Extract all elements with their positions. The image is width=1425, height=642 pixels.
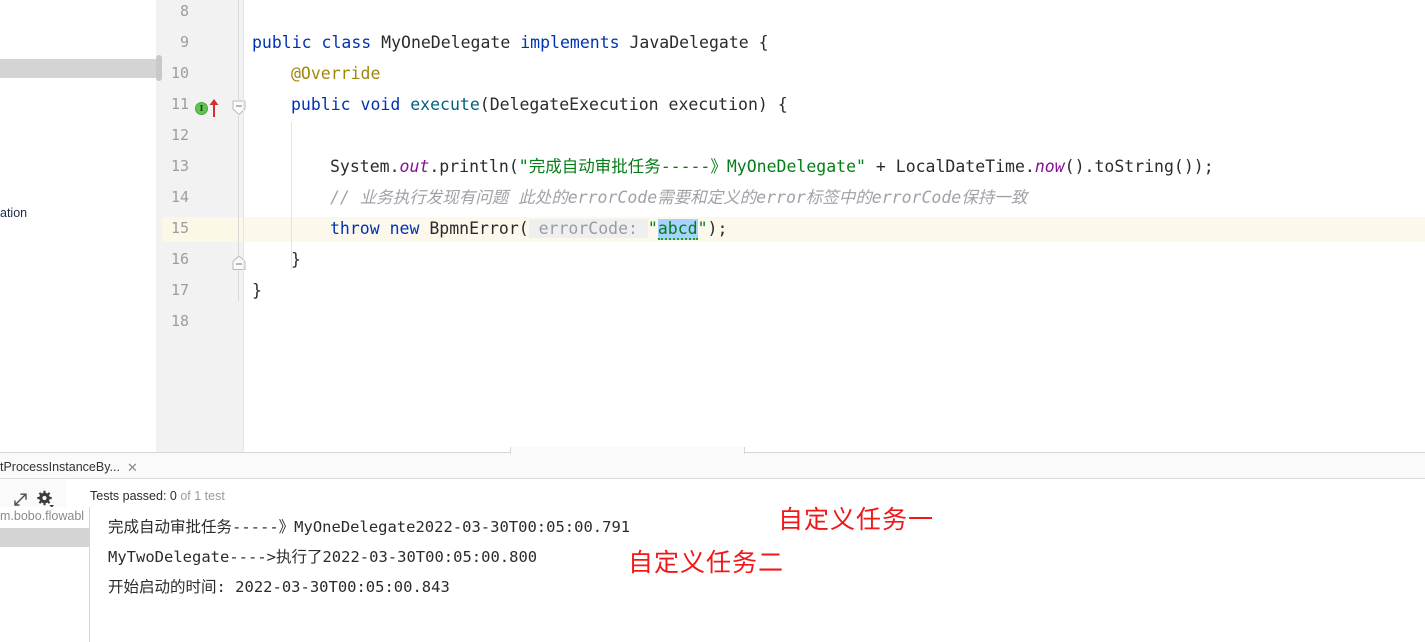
token-str: " bbox=[647, 219, 658, 238]
token-plain: BpmnError( bbox=[429, 219, 529, 238]
token-plain: (DelegateExecution execution) { bbox=[479, 95, 788, 114]
fold-rail-upper bbox=[238, 0, 239, 100]
line-number: 8 bbox=[179, 2, 189, 20]
code-line[interactable]: // 业务执行发现有问题 此处的errorCode需要和定义的error标签中的… bbox=[330, 182, 1027, 213]
line-number: 17 bbox=[170, 281, 189, 299]
close-icon[interactable]: ✕ bbox=[127, 461, 138, 474]
console-line: MyTwoDelegate---->执行了2022-03-30T00:05:00… bbox=[108, 548, 538, 566]
token-fld: now bbox=[1034, 157, 1065, 176]
line-number: 15 bbox=[170, 219, 189, 237]
token-kw: throw new bbox=[330, 219, 430, 238]
token-str: " bbox=[697, 219, 708, 238]
console-line: 开始启动的时间: 2022-03-30T00:05:00.843 bbox=[108, 578, 450, 596]
token-kw: public class bbox=[252, 33, 382, 52]
run-tab[interactable]: tProcessInstanceBy... ✕ bbox=[0, 454, 144, 480]
token-kw: public void bbox=[291, 95, 411, 114]
console-line: 完成自动审批任务-----》MyOneDelegate2022-03-30T00… bbox=[108, 518, 631, 536]
code-line[interactable]: } bbox=[252, 275, 262, 306]
fold-rail-lower bbox=[238, 271, 239, 301]
tests-passed-status: Tests passed: 0 of 1 test bbox=[90, 489, 225, 503]
project-selected-row[interactable] bbox=[0, 59, 162, 78]
token-kw: implements bbox=[520, 33, 630, 52]
line-number: 14 bbox=[170, 188, 189, 206]
code-editor[interactable]: 8 9 10 11 12 13 14 15 16 17 18 I public … bbox=[162, 0, 1425, 452]
gear-icon[interactable] bbox=[36, 490, 54, 508]
red-annotation-text: 自定义任务一 bbox=[778, 505, 935, 534]
fold-rail-mid bbox=[238, 116, 239, 256]
test-tree-selected-row[interactable] bbox=[0, 528, 90, 547]
token-anno: @Override bbox=[291, 64, 381, 83]
code-line[interactable]: @Override bbox=[291, 58, 380, 89]
token-plain: } bbox=[252, 281, 262, 300]
implements-arrow-icon[interactable] bbox=[208, 98, 220, 123]
run-tab-bar[interactable]: tProcessInstanceBy... ✕ bbox=[0, 447, 1425, 480]
code-line[interactable]: public class MyOneDelegate implements Ja… bbox=[252, 27, 769, 58]
line-number: 12 bbox=[170, 126, 189, 144]
token-plain: MyOneDelegate bbox=[381, 33, 521, 52]
ide-window: ation 8 9 10 11 12 13 14 15 16 17 18 I p… bbox=[0, 0, 1425, 642]
run-tab-label: tProcessInstanceBy... bbox=[0, 460, 120, 474]
token-cmt: // 业务执行发现有问题 此处的errorCode需要和定义的error标签中的… bbox=[330, 188, 1028, 207]
line-number: 13 bbox=[170, 157, 189, 175]
token-hintbg: errorCode: bbox=[528, 219, 648, 238]
token-sel-tok: abcd bbox=[657, 219, 698, 240]
project-item-truncated-label[interactable]: ation bbox=[0, 206, 27, 220]
tests-passed-suffix: of 1 test bbox=[176, 489, 225, 503]
line-number: 9 bbox=[179, 33, 189, 51]
tests-passed-count: 0 bbox=[169, 489, 177, 503]
token-plain: .println( bbox=[429, 157, 519, 176]
test-result-tree[interactable]: m.bobo.flowabl bbox=[0, 507, 90, 642]
token-plain: ().toString()); bbox=[1064, 157, 1214, 176]
token-str: "完成自动审批任务-----》MyOneDelegate" bbox=[518, 157, 866, 176]
red-annotation-text: 自定义任务二 bbox=[628, 548, 785, 577]
project-tool-window-fragment[interactable]: ation bbox=[0, 0, 162, 452]
token-fld: out bbox=[399, 157, 430, 176]
expand-arrow-icon[interactable] bbox=[12, 490, 30, 508]
token-plain: JavaDelegate { bbox=[629, 33, 769, 52]
token-plain: + LocalDateTime. bbox=[865, 157, 1035, 176]
tests-passed-prefix: Tests passed: bbox=[90, 489, 170, 503]
token-plain: } bbox=[291, 250, 301, 269]
interface-method-icon[interactable]: I bbox=[195, 102, 208, 115]
code-line[interactable]: } bbox=[291, 244, 301, 275]
token-plain: ); bbox=[707, 219, 728, 238]
token-mth: execute bbox=[410, 95, 480, 114]
editor-gutter[interactable]: 8 9 10 11 12 13 14 15 16 17 18 I bbox=[162, 0, 246, 452]
line-number: 10 bbox=[170, 64, 189, 82]
test-tree-node-label[interactable]: m.bobo.flowabl bbox=[0, 507, 90, 526]
gutter-marker-group-line11[interactable]: I bbox=[195, 99, 235, 119]
line-number: 18 bbox=[170, 312, 189, 330]
code-text-area[interactable]: public class MyOneDelegate implements Ja… bbox=[244, 0, 1425, 452]
code-line[interactable]: throw new BpmnError( errorCode: "abcd"); bbox=[330, 213, 727, 244]
token-plain: System. bbox=[330, 157, 400, 176]
editor-tab-notch bbox=[510, 447, 745, 454]
code-line[interactable]: public void execute(DelegateExecution ex… bbox=[291, 89, 788, 120]
code-line[interactable]: System.out.println("完成自动审批任务-----》MyOneD… bbox=[330, 151, 1214, 182]
